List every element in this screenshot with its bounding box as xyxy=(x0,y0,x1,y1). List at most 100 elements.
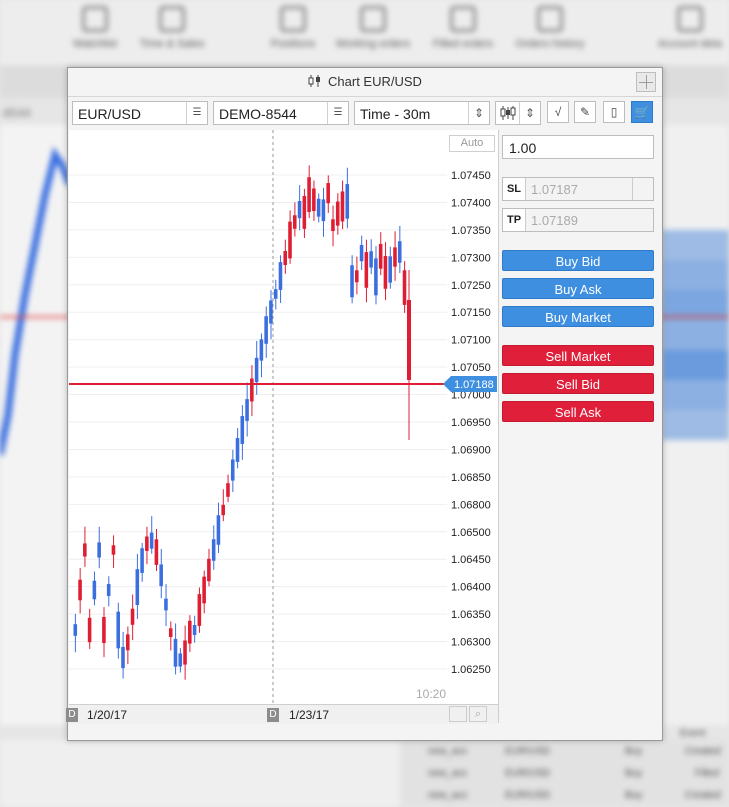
y-tick-label: 1.07450 xyxy=(451,170,491,182)
candle-body xyxy=(326,183,330,204)
grid-icon[interactable] xyxy=(449,706,467,722)
candle-body xyxy=(397,241,402,263)
candle-body xyxy=(83,543,87,557)
chart-canvas[interactable]: 1.07450 1.07400 1.07350 1.07300 1.07250 1.071… xyxy=(69,130,498,704)
candle-body xyxy=(102,616,106,644)
candle-body xyxy=(197,594,202,626)
day-marker: D xyxy=(267,708,279,722)
timeframe-select[interactable]: Time - 30m ⇕ xyxy=(354,101,490,125)
y-tick-label: 1.06950 xyxy=(451,417,491,429)
account-select[interactable]: DEMO-8544 ☰ xyxy=(213,101,349,125)
bg-cell: EUR/USD xyxy=(505,746,551,757)
y-tick-label: 1.07100 xyxy=(451,335,491,347)
candle-body xyxy=(235,438,240,462)
background-toolbar: Watchlist Time & Sales Positions Working… xyxy=(0,0,729,67)
y-tick-label: 1.07350 xyxy=(451,225,491,237)
candle-body xyxy=(240,416,245,444)
candle-body xyxy=(340,191,345,222)
sell-market-button[interactable]: Sell Market xyxy=(502,345,654,366)
y-tick-label: 1.07250 xyxy=(451,280,491,292)
bg-account-label: -8544 xyxy=(0,106,31,120)
buy-ask-button[interactable]: Buy Ask xyxy=(502,278,654,299)
candle-body xyxy=(92,580,97,600)
bg-orders-history-tool: Orders history xyxy=(510,6,590,50)
y-tick-label: 1.06450 xyxy=(451,554,491,566)
sl-tag: SL xyxy=(503,178,526,200)
candle-body xyxy=(259,339,264,361)
x-axis-label: 1/20/17 xyxy=(87,708,128,722)
candle-body xyxy=(316,198,321,217)
candle-body xyxy=(393,247,397,267)
bg-timesales-tool: Time & Sales xyxy=(132,6,212,50)
window-titlebar[interactable]: Chart EUR/USD xyxy=(68,68,662,97)
window-title: Chart EUR/USD xyxy=(68,74,662,89)
updown-chevron-icon[interactable]: ⇕ xyxy=(519,102,540,124)
candle-body xyxy=(202,576,206,604)
day-marker: D xyxy=(66,708,78,722)
candle-body xyxy=(188,620,192,644)
candle-body xyxy=(288,221,292,259)
auto-scale-button[interactable]: Auto xyxy=(449,135,495,152)
list-icon[interactable]: ☰ xyxy=(327,102,348,124)
candle-body xyxy=(321,199,326,222)
candle-body xyxy=(168,628,173,638)
cart-icon[interactable]: 🛒 xyxy=(631,101,653,123)
buy-market-button[interactable]: Buy Market xyxy=(502,306,654,327)
candle-body xyxy=(87,617,92,643)
candle-body xyxy=(254,357,259,383)
bg-cell: Buy xyxy=(625,790,643,801)
candle-body xyxy=(154,539,159,565)
stop-loss-field[interactable]: SL 1.07187 xyxy=(502,177,654,201)
candlestick-chart[interactable]: 1.07450 1.07400 1.07350 1.07300 1.07250 1.071… xyxy=(69,130,499,723)
y-tick-label: 1.06500 xyxy=(451,527,491,539)
layout-grid-button[interactable] xyxy=(636,72,656,92)
candle-body xyxy=(78,579,82,601)
bg-cell: Buy xyxy=(625,768,643,779)
take-profit-field[interactable]: TP 1.07189 xyxy=(502,208,654,232)
pencil-icon[interactable]: ✎ xyxy=(574,101,596,123)
symbol-select[interactable]: EUR/USD ☰ xyxy=(72,101,208,125)
chart-type-select[interactable]: ⇕ xyxy=(495,101,541,125)
y-tick-label: 1.06400 xyxy=(451,582,491,594)
bg-cell: EUR/USD xyxy=(505,790,551,801)
background-depth-panel xyxy=(662,125,729,725)
candle-body xyxy=(226,483,230,497)
bg-cell: new_acc xyxy=(428,790,468,801)
candle-body xyxy=(369,251,373,268)
updown-chevron-icon[interactable]: ⇕ xyxy=(468,102,489,124)
candle-body xyxy=(388,256,392,283)
symbol-value: EUR/USD xyxy=(78,106,142,122)
candle-body xyxy=(407,300,411,380)
candle-body xyxy=(207,558,211,582)
candle-body xyxy=(364,252,369,288)
bg-watchlist-tool: Watchlist xyxy=(55,6,135,50)
candle-body xyxy=(121,646,125,669)
candle-body xyxy=(378,243,383,269)
current-price-label: 1.07188 xyxy=(454,379,494,391)
candle-body xyxy=(345,184,350,219)
background-chart xyxy=(0,125,74,725)
zoom-icon[interactable]: ⌕ xyxy=(469,706,487,722)
time-label: 10:20 xyxy=(416,687,447,701)
y-tick-label: 1.07050 xyxy=(451,362,491,374)
candle-body xyxy=(221,504,225,516)
candle-body xyxy=(302,195,307,229)
bg-cell: Created xyxy=(685,790,721,801)
candle-body xyxy=(135,569,140,605)
quantity-input[interactable]: 1.00 xyxy=(502,135,654,159)
sell-ask-button[interactable]: Sell Ask xyxy=(502,401,654,422)
x-axis-label: 1/23/17 xyxy=(289,708,330,722)
candle-body xyxy=(97,542,101,558)
candle-body xyxy=(183,640,187,665)
buy-bid-button[interactable]: Buy Bid xyxy=(502,250,654,271)
hook-icon[interactable] xyxy=(632,178,653,200)
bg-cell: Filled xyxy=(695,768,719,779)
mouse-icon[interactable]: ▯ xyxy=(603,101,625,123)
list-icon[interactable]: ☰ xyxy=(186,102,207,124)
candle-body xyxy=(359,244,364,262)
sell-bid-button[interactable]: Sell Bid xyxy=(502,373,654,394)
candle-body xyxy=(350,265,354,298)
candle-body xyxy=(140,548,144,573)
indicator-icon[interactable]: √ xyxy=(547,101,569,123)
y-tick-label: 1.06250 xyxy=(451,664,491,676)
